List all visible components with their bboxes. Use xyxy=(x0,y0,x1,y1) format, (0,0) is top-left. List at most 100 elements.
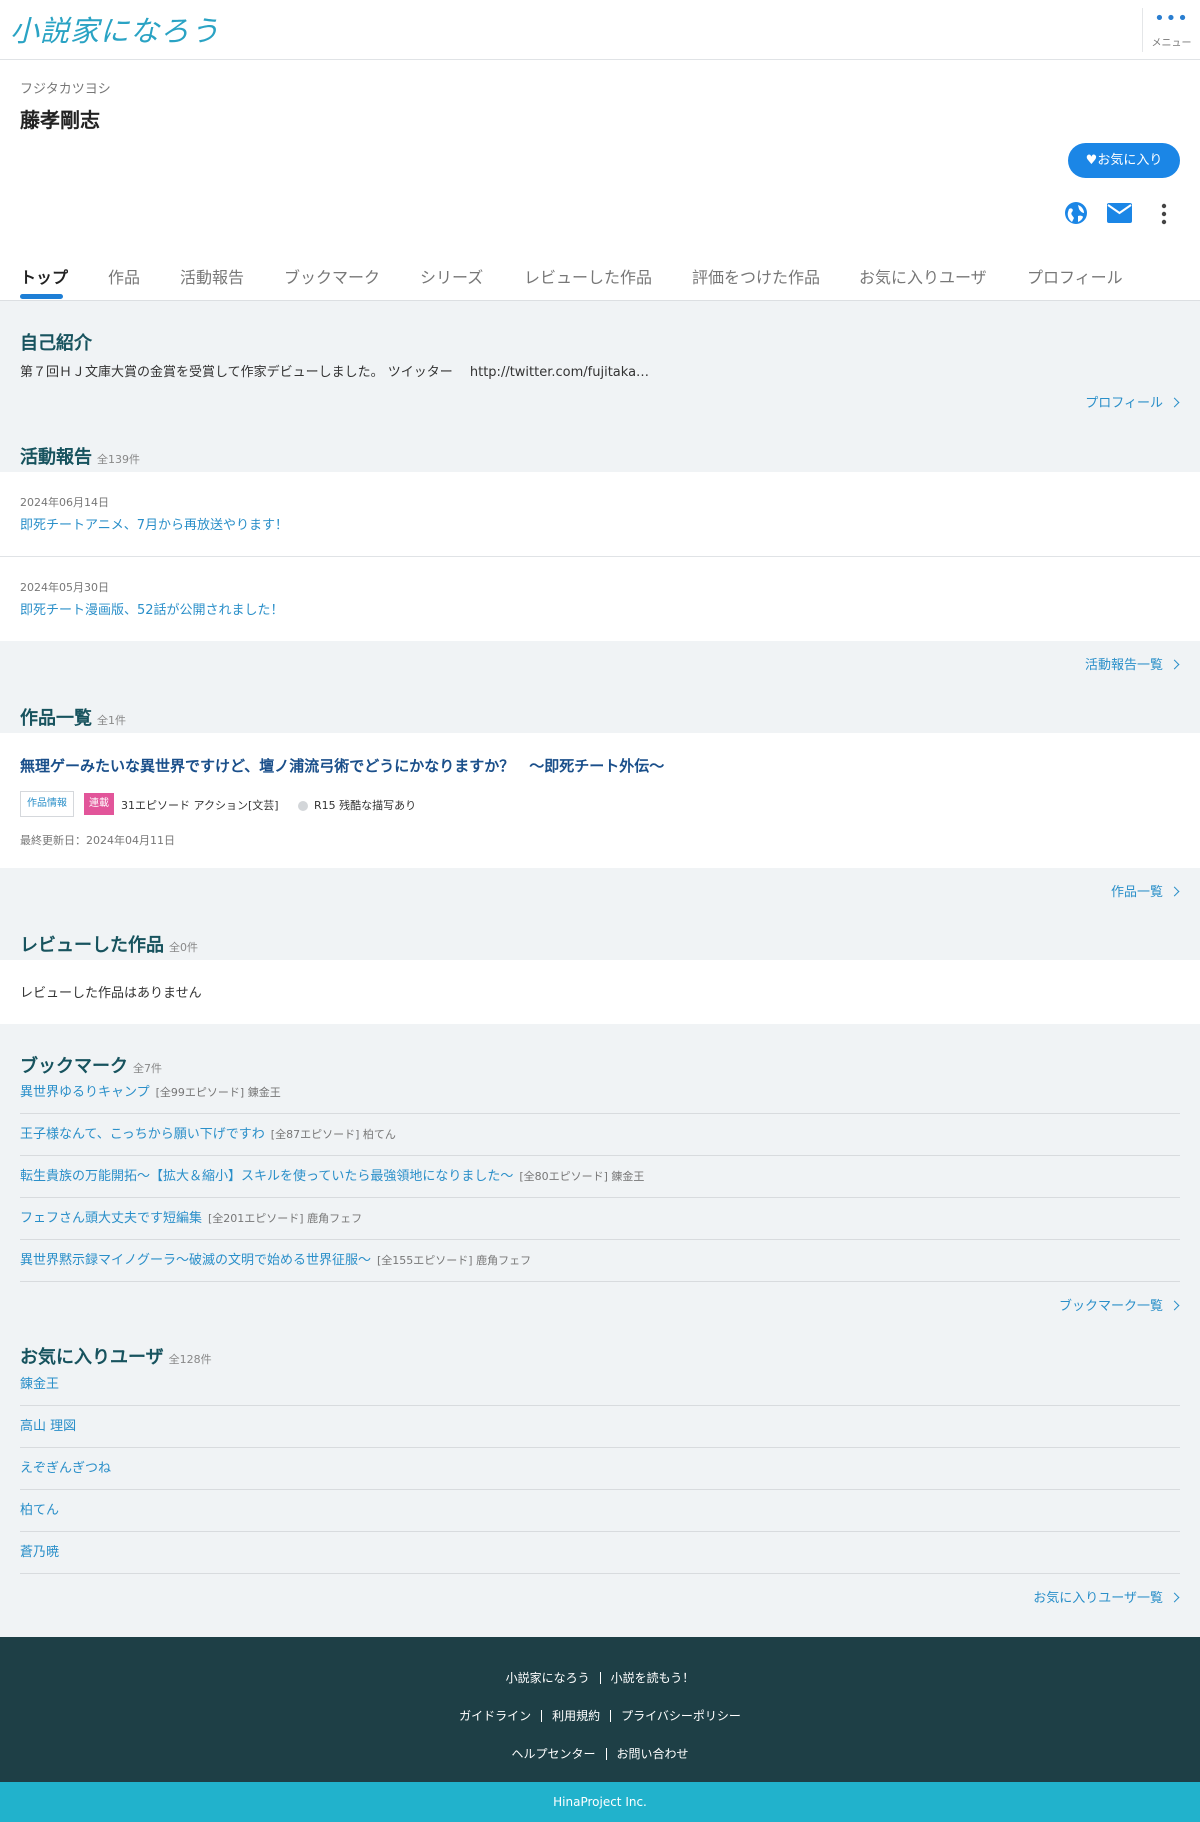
heart-icon: ♥ xyxy=(1085,153,1098,168)
bookmark-meta: [全87エピソード] 柏てん xyxy=(270,1128,396,1141)
tab-reviewed-works[interactable]: レビューした作品 xyxy=(524,264,652,288)
tab-favorite-users[interactable]: お気に入りユーザ xyxy=(859,264,987,288)
favorite-button[interactable]: ♥お気に入り xyxy=(1068,143,1180,178)
more-options-icon[interactable] xyxy=(1155,202,1173,226)
footer-links-row: ガイドライン 利用規約 プライバシーポリシー xyxy=(0,1707,1200,1724)
site-header: 小説家になろう ••• メニュー xyxy=(0,0,1200,60)
work-updated: 最終更新日：2024年04月11日 xyxy=(20,834,175,847)
footer-link-guideline[interactable]: ガイドライン xyxy=(459,1709,531,1723)
works-count: 全1件 xyxy=(97,714,126,727)
tab-series[interactable]: シリーズ xyxy=(420,264,483,288)
report-date: 2024年05月30日 xyxy=(20,581,109,594)
rating-dot-icon xyxy=(298,801,308,811)
list-item: 柏てん xyxy=(20,1490,1180,1532)
copyright: HinaProject Inc. xyxy=(0,1782,1200,1822)
footer-links-row: ヘルプセンター お問い合わせ xyxy=(0,1745,1200,1762)
bookmark-meta: [全80エピソード] 錬金王 xyxy=(519,1170,645,1183)
profile-tabs: トップ 作品 活動報告 ブックマーク シリーズ レビューした作品 評価をつけた作… xyxy=(0,254,1200,301)
list-item: 王子様なんて、こっちから願い下げですわ [全87エピソード] 柏てん xyxy=(20,1114,1180,1156)
list-item: 転生貴族の万能開拓～【拡大＆縮小】スキルを使っていたら最強領地になりました～ [全… xyxy=(20,1156,1180,1198)
bookmark-title[interactable]: 異世界黙示録マイノグーラ～破滅の文明で始める世界征服～ xyxy=(20,1253,371,1268)
works-title: 作品一覧 xyxy=(20,708,92,729)
reports-more-link[interactable]: 活動報告一覧 xyxy=(1084,654,1180,673)
divider xyxy=(610,1710,612,1722)
tab-top[interactable]: トップ xyxy=(20,264,68,288)
bookmarks-more-label: ブックマーク一覧 xyxy=(1058,1299,1163,1314)
list-item[interactable]: 2024年06月14日 即死チートアニメ、7月から再放送やります！ xyxy=(0,472,1200,556)
chevron-right-icon xyxy=(1169,886,1180,897)
reviews-count: 全0件 xyxy=(169,941,198,954)
list-item: 異世界ゆるりキャンプ [全99エピソード] 錬金王 xyxy=(20,1072,1180,1114)
menu-label: メニュー xyxy=(1151,38,1192,49)
chevron-right-icon xyxy=(1169,397,1180,408)
user-name: 藤孝剛志 xyxy=(20,108,100,132)
fav-user-name[interactable]: 蒼乃暁 xyxy=(20,1545,59,1560)
work-meta: 31エピソード アクション[文芸] xyxy=(121,799,279,812)
footer-link-naro[interactable]: 小説家になろう xyxy=(506,1671,590,1685)
list-item: フェフさん頭大丈夫です短編集 [全201エピソード] 鹿角フェフ xyxy=(20,1198,1180,1240)
fav-user-name[interactable]: 柏てん xyxy=(20,1503,59,1518)
bookmark-title[interactable]: 王子様なんて、こっちから願い下げですわ xyxy=(20,1127,265,1142)
footer-link-contact[interactable]: お問い合わせ xyxy=(617,1747,689,1761)
site-logo[interactable]: 小説家になろう xyxy=(10,8,220,50)
list-item[interactable]: 2024年05月30日 即死チート漫画版、52話が公開されました！ xyxy=(0,557,1200,641)
mail-icon[interactable] xyxy=(1107,203,1132,223)
reports-more-label: 活動報告一覧 xyxy=(1084,658,1163,673)
reports-count: 全139件 xyxy=(97,453,140,466)
profile-link-label: プロフィール xyxy=(1085,396,1163,411)
user-name-kana: フジタカツヨシ xyxy=(20,82,111,97)
reviews-empty-text: レビューした作品はありません xyxy=(20,986,202,1001)
serial-badge: 連載 xyxy=(84,793,114,815)
fav-users-more-label: お気に入りユーザ一覧 xyxy=(1033,1591,1163,1606)
tab-activity-reports[interactable]: 活動報告 xyxy=(180,264,244,288)
bookmark-title[interactable]: 異世界ゆるりキャンプ xyxy=(20,1085,150,1100)
tab-profile[interactable]: プロフィール xyxy=(1027,264,1123,288)
report-title[interactable]: 即死チート漫画版、52話が公開されました！ xyxy=(20,599,284,618)
menu-dots-icon: ••• xyxy=(1154,8,1189,29)
works-more-label: 作品一覧 xyxy=(1110,885,1163,900)
report-date: 2024年06月14日 xyxy=(20,496,109,509)
reviews-list: レビューした作品はありません xyxy=(0,960,1200,1024)
reports-heading: 活動報告 全139件 xyxy=(20,443,140,469)
chevron-right-icon xyxy=(1169,659,1180,670)
reviews-heading: レビューした作品 全0件 xyxy=(20,931,198,957)
footer-link-help[interactable]: ヘルプセンター xyxy=(511,1747,595,1761)
chevron-right-icon xyxy=(1169,1300,1180,1311)
intro-text: 第７回ＨＪ文庫大賞の金賞を受賞して作家デビューしました。 ツイッター http:… xyxy=(20,365,650,380)
footer-links-row: 小説家になろう 小説を読もう！ xyxy=(0,1669,1200,1686)
fav-user-name[interactable]: 高山 理図 xyxy=(20,1419,76,1434)
bookmark-meta: [全99エピソード] 錬金王 xyxy=(155,1086,281,1099)
divider xyxy=(605,1748,607,1760)
bookmark-title[interactable]: 転生貴族の万能開拓～【拡大＆縮小】スキルを使っていたら最強領地になりました～ xyxy=(20,1169,513,1184)
reviews-title: レビューした作品 xyxy=(20,935,164,956)
list-item: 異世界黙示録マイノグーラ～破滅の文明で始める世界征服～ [全155エピソード] 鹿… xyxy=(20,1240,1180,1282)
footer-link-terms[interactable]: 利用規約 xyxy=(552,1709,600,1723)
report-title[interactable]: 即死チートアニメ、7月から再放送やります！ xyxy=(20,514,288,533)
tab-works[interactable]: 作品 xyxy=(108,264,140,288)
footer-link-yomou[interactable]: 小説を読もう！ xyxy=(611,1671,695,1685)
menu-button[interactable]: ••• メニュー xyxy=(1142,8,1200,52)
bookmarks-more-link[interactable]: ブックマーク一覧 xyxy=(1058,1295,1180,1314)
site-footer: 小説家になろう 小説を読もう！ ガイドライン 利用規約 プライバシーポリシー ヘルプセ… xyxy=(0,1637,1200,1782)
divider xyxy=(541,1710,543,1722)
favorite-button-label: お気に入り xyxy=(1097,153,1163,168)
works-heading: 作品一覧 全1件 xyxy=(20,704,126,730)
reports-list: 2024年06月14日 即死チートアニメ、7月から再放送やります！ 2024年0… xyxy=(0,472,1200,641)
bookmark-title[interactable]: フェフさん頭大丈夫です短編集 xyxy=(20,1211,202,1226)
intro-title: 自己紹介 xyxy=(20,333,92,354)
list-item: 高山 理図 xyxy=(20,1406,1180,1448)
tab-bookmarks[interactable]: ブックマーク xyxy=(284,264,380,288)
intro-heading: 自己紹介 xyxy=(20,329,92,355)
reports-title: 活動報告 xyxy=(20,447,92,468)
tab-rated-works[interactable]: 評価をつけた作品 xyxy=(692,264,820,288)
work-title[interactable]: 無理ゲーみたいな異世界ですけど、壇ノ浦流弓術でどうにかなりますか？ ～即死チート… xyxy=(20,755,664,776)
fav-user-name[interactable]: 錬金王 xyxy=(20,1377,59,1392)
globe-icon[interactable] xyxy=(1064,201,1088,225)
work-warning: R15 残酷な描写あり xyxy=(314,799,417,812)
footer-link-privacy[interactable]: プライバシーポリシー xyxy=(621,1709,741,1723)
work-info-tag[interactable]: 作品情報 xyxy=(20,791,74,817)
profile-link[interactable]: プロフィール xyxy=(1085,392,1180,411)
works-more-link[interactable]: 作品一覧 xyxy=(1110,881,1180,900)
fav-users-more-link[interactable]: お気に入りユーザ一覧 xyxy=(1033,1587,1180,1606)
fav-user-name[interactable]: えぞぎんぎつね xyxy=(20,1461,111,1476)
